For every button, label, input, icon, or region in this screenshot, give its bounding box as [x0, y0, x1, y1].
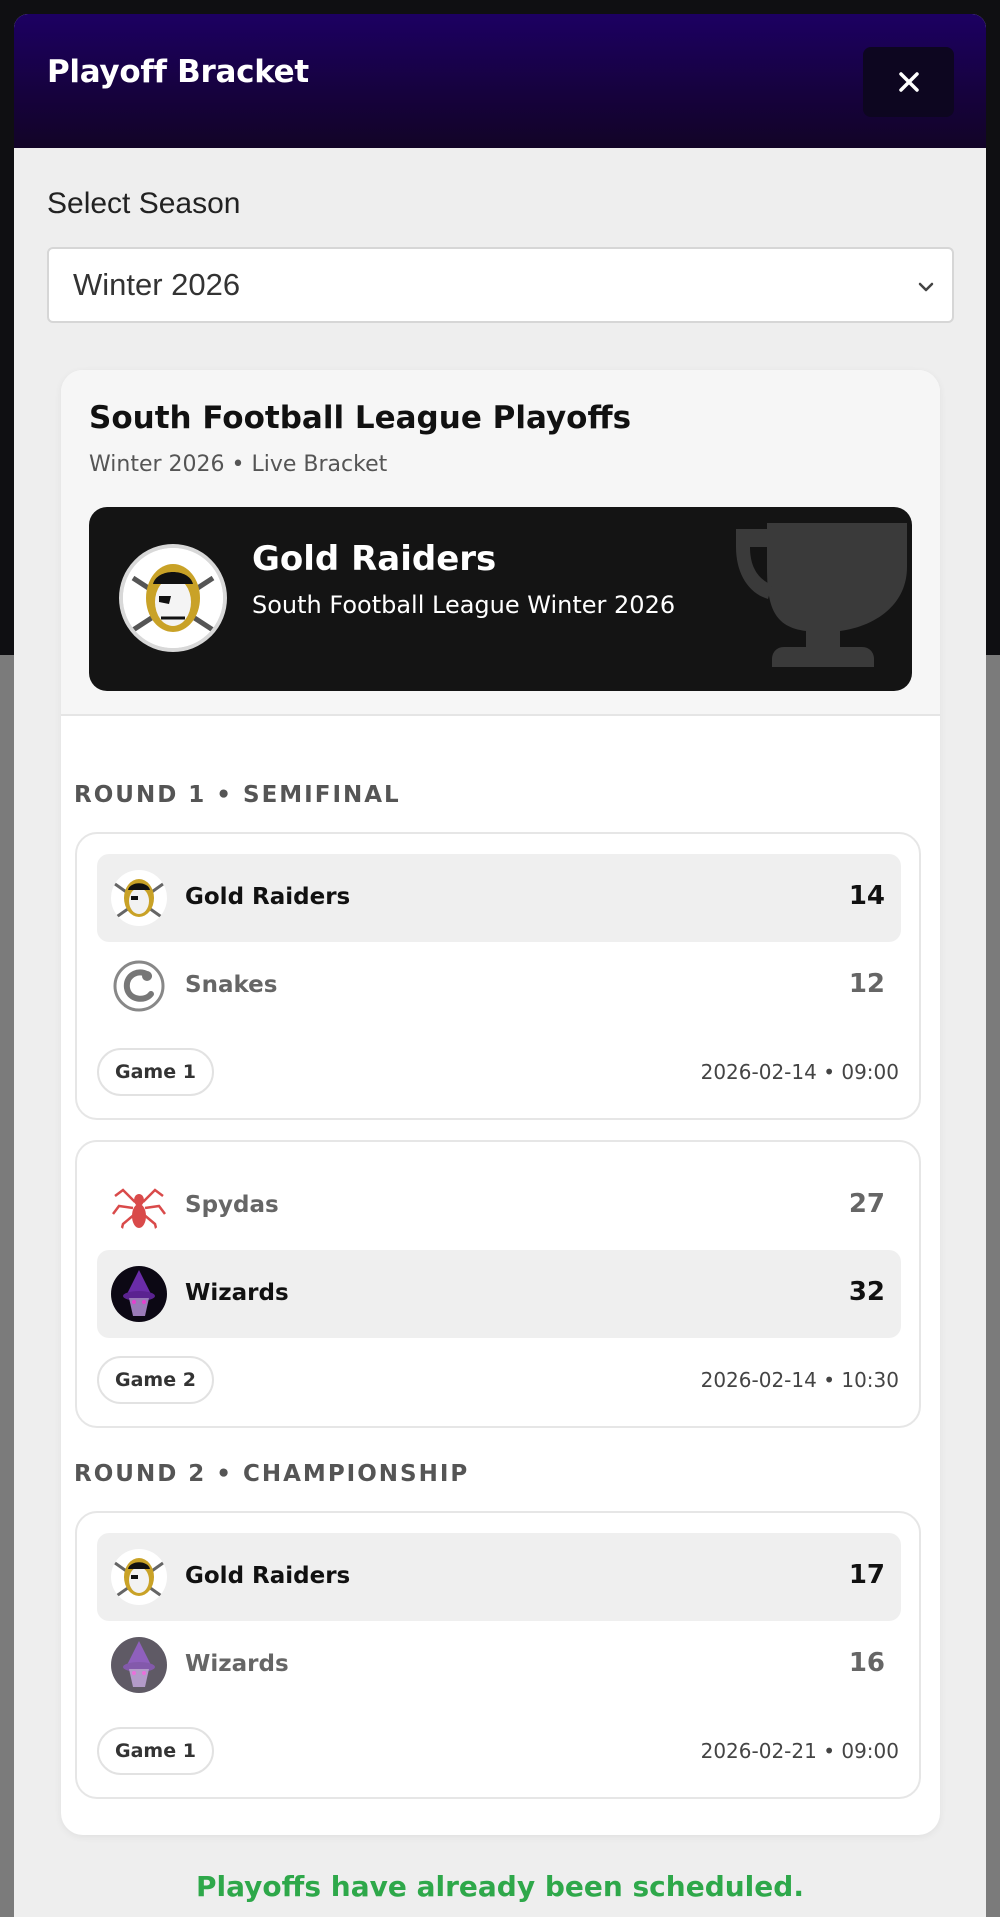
- team-name: Wizards: [185, 1651, 289, 1677]
- season-select-value: Winter 2026: [73, 267, 241, 302]
- round-1-label: ROUND 1 • SEMIFINAL: [74, 782, 401, 808]
- team-row-winner: Wizards 32: [97, 1250, 901, 1338]
- game-badge: Game 1: [97, 1727, 214, 1775]
- team-row-loser: Wizards 16: [97, 1621, 901, 1709]
- playoff-bracket-modal: Playoff Bracket Select Season Winter 202…: [14, 14, 986, 1917]
- chevron-down-icon: [918, 282, 934, 292]
- game-time: 2026-02-21 • 09:00: [700, 1739, 899, 1763]
- team-name: Gold Raiders: [185, 1563, 351, 1589]
- modal-header: Playoff Bracket: [14, 14, 986, 148]
- champion-logo: [119, 544, 227, 652]
- game-time: 2026-02-14 • 09:00: [700, 1060, 899, 1084]
- team-score: 16: [848, 1648, 885, 1678]
- match-card[interactable]: Gold Raiders 17 Wizards 16 Game 1 2026-0…: [75, 1511, 921, 1799]
- team-row-loser: Spydas 27: [97, 1162, 901, 1250]
- bracket-card: South Football League Playoffs Winter 20…: [61, 370, 940, 1835]
- snake-logo: [111, 958, 167, 1014]
- champion-banner: Gold Raiders South Football League Winte…: [89, 507, 912, 691]
- raider-logo: [111, 1549, 167, 1605]
- raider-logo: [111, 870, 167, 926]
- team-row-loser: Snakes 12: [97, 942, 901, 1030]
- wizard-logo: [111, 1266, 167, 1322]
- round-2-label: ROUND 2 • CHAMPIONSHIP: [74, 1461, 470, 1487]
- season-label: Select Season: [47, 187, 241, 220]
- team-score: 12: [848, 969, 885, 999]
- spider-logo: [111, 1178, 167, 1234]
- team-score: 14: [848, 881, 885, 911]
- team-name: Wizards: [185, 1280, 289, 1306]
- game-time: 2026-02-14 • 10:30: [700, 1368, 899, 1392]
- match-card[interactable]: Spydas 27 Wizards 32 Game 2 2026-02-14 •…: [75, 1140, 921, 1428]
- team-score: 27: [848, 1189, 885, 1219]
- team-row-winner: Gold Raiders 14: [97, 854, 901, 942]
- team-score: 32: [848, 1277, 885, 1307]
- wizard-logo: [111, 1637, 167, 1693]
- match-card[interactable]: Gold Raiders 14 Snakes 12 Game 1 2026-02…: [75, 832, 921, 1120]
- league-title: South Football League Playoffs: [89, 400, 632, 436]
- league-subtitle: Winter 2026 • Live Bracket: [89, 452, 388, 477]
- team-row-winner: Gold Raiders 17: [97, 1533, 901, 1621]
- team-name: Gold Raiders: [185, 884, 351, 910]
- modal-title: Playoff Bracket: [47, 54, 309, 90]
- game-badge: Game 2: [97, 1356, 214, 1404]
- team-name: Spydas: [185, 1192, 279, 1218]
- trophy-icon: [736, 523, 907, 667]
- close-button[interactable]: [863, 47, 954, 117]
- status-message: Playoffs have already been scheduled.: [196, 1870, 804, 1903]
- bracket-header: South Football League Playoffs Winter 20…: [61, 370, 940, 716]
- close-icon: [898, 72, 919, 92]
- team-name: Snakes: [185, 972, 278, 998]
- champion-name: Gold Raiders: [252, 539, 497, 579]
- champion-subtitle: South Football League Winter 2026: [252, 591, 676, 619]
- season-select[interactable]: Winter 2026: [47, 247, 954, 323]
- game-badge: Game 1: [97, 1048, 214, 1096]
- team-score: 17: [848, 1560, 885, 1590]
